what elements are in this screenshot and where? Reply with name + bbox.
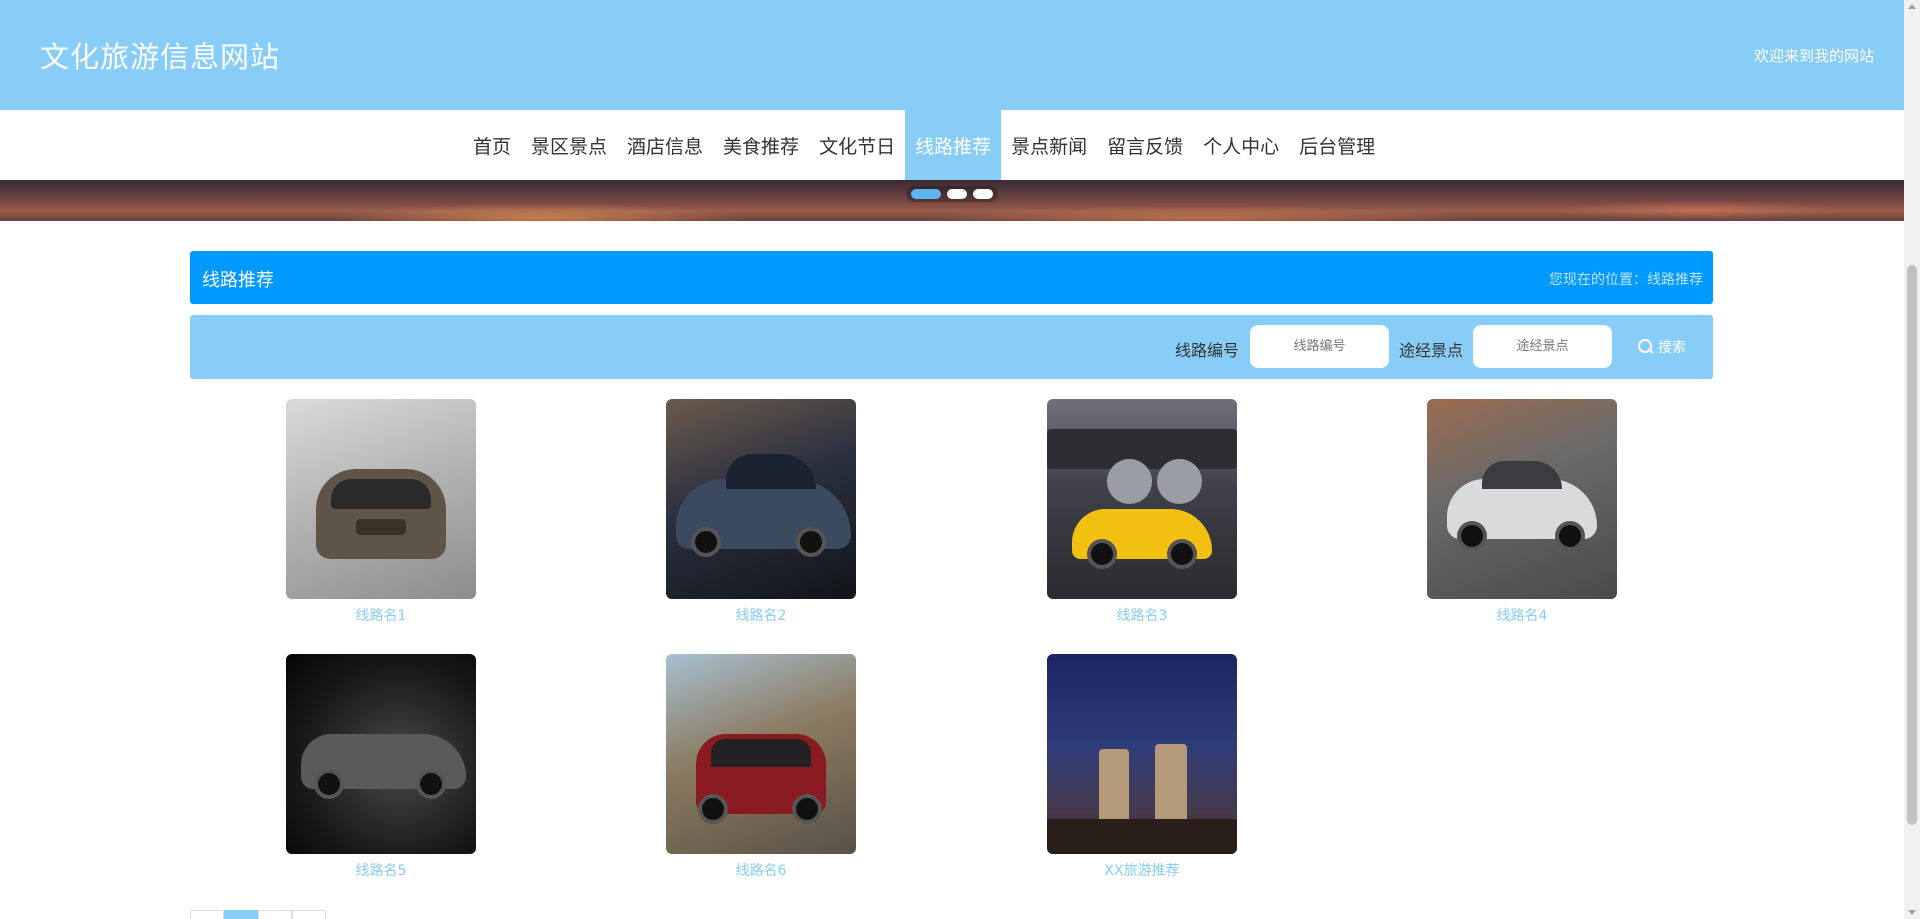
search-button[interactable]: 搜索 xyxy=(1638,337,1686,357)
welcome-text: 欢迎来到我的网站 xyxy=(1753,47,1874,65)
carousel-indicators xyxy=(906,186,998,202)
search-button-label: 搜索 xyxy=(1658,340,1686,356)
route-image[interactable] xyxy=(286,399,476,599)
scroll-down-icon[interactable] xyxy=(1908,910,1916,915)
route-image[interactable] xyxy=(286,654,476,854)
route-card[interactable]: 线路名1 xyxy=(286,399,476,625)
site-title[interactable]: 文化旅游信息网站 xyxy=(40,34,280,76)
nav-list: 首页 景区景点 酒店信息 美食推荐 文化节日 线路推荐 景点新闻 留言反馈 个人… xyxy=(463,110,1385,180)
page-scrollbar[interactable] xyxy=(1904,0,1920,919)
spots-input[interactable] xyxy=(1473,325,1612,368)
banner-carousel xyxy=(0,180,1904,221)
nav-item-admin[interactable]: 后台管理 xyxy=(1289,110,1385,180)
nav-item-scenic-spots[interactable]: 景区景点 xyxy=(521,110,617,180)
section-header: 线路推荐 您现在的位置：线路推荐 xyxy=(190,251,1713,304)
route-name[interactable]: 线路名3 xyxy=(1047,605,1237,625)
route-card[interactable]: 线路名3 xyxy=(1047,399,1237,625)
scroll-thumb[interactable] xyxy=(1907,265,1917,825)
route-card[interactable]: 线路名6 xyxy=(666,654,856,880)
page-last-button[interactable] xyxy=(292,910,326,919)
route-name[interactable]: 线路名4 xyxy=(1427,605,1617,625)
page-number-button[interactable] xyxy=(224,910,258,919)
route-image[interactable] xyxy=(1047,399,1237,599)
nav-item-routes[interactable]: 线路推荐 xyxy=(905,110,1002,180)
nav-item-news[interactable]: 景点新闻 xyxy=(1001,110,1097,180)
nav-item-hotels[interactable]: 酒店信息 xyxy=(617,110,713,180)
pagination xyxy=(190,910,326,919)
main-nav: 首页 景区景点 酒店信息 美食推荐 文化节日 线路推荐 景点新闻 留言反馈 个人… xyxy=(0,110,1904,180)
nav-item-food[interactable]: 美食推荐 xyxy=(713,110,809,180)
search-icon xyxy=(1638,339,1654,355)
route-image[interactable] xyxy=(1427,399,1617,599)
route-number-input[interactable] xyxy=(1250,325,1389,368)
site-header: 文化旅游信息网站 欢迎来到我的网站 xyxy=(0,0,1904,110)
page-prev-button[interactable] xyxy=(190,910,224,919)
route-card[interactable]: 线路名2 xyxy=(666,399,856,625)
carousel-dot-3[interactable] xyxy=(973,189,993,199)
route-name[interactable]: XX旅游推荐 xyxy=(1047,860,1237,880)
nav-item-festivals[interactable]: 文化节日 xyxy=(809,110,905,180)
route-card[interactable]: 线路名5 xyxy=(286,654,476,880)
nav-item-home[interactable]: 首页 xyxy=(463,110,521,180)
route-image[interactable] xyxy=(1047,654,1237,854)
page: 文化旅游信息网站 欢迎来到我的网站 首页 景区景点 酒店信息 美食推荐 文化节日… xyxy=(0,0,1904,919)
route-name[interactable]: 线路名6 xyxy=(666,860,856,880)
section-title: 线路推荐 xyxy=(202,270,274,291)
nav-item-profile[interactable]: 个人中心 xyxy=(1193,110,1289,180)
spots-label: 途经景点 xyxy=(1399,341,1464,360)
route-name[interactable]: 线路名2 xyxy=(666,605,856,625)
carousel-dot-1[interactable] xyxy=(911,189,941,199)
route-image[interactable] xyxy=(666,654,856,854)
route-name[interactable]: 线路名1 xyxy=(286,605,476,625)
route-image[interactable] xyxy=(666,399,856,599)
search-bar: 线路编号 途经景点 搜索 xyxy=(190,315,1713,379)
page-next-button[interactable] xyxy=(258,910,292,919)
nav-item-feedback[interactable]: 留言反馈 xyxy=(1097,110,1193,180)
route-number-label: 线路编号 xyxy=(1175,341,1240,360)
scroll-up-icon[interactable] xyxy=(1908,4,1916,9)
route-card[interactable]: XX旅游推荐 xyxy=(1047,654,1237,880)
breadcrumb: 您现在的位置：线路推荐 xyxy=(1549,272,1703,288)
route-name[interactable]: 线路名5 xyxy=(286,860,476,880)
route-card[interactable]: 线路名4 xyxy=(1427,399,1617,625)
carousel-dot-2[interactable] xyxy=(947,189,967,199)
